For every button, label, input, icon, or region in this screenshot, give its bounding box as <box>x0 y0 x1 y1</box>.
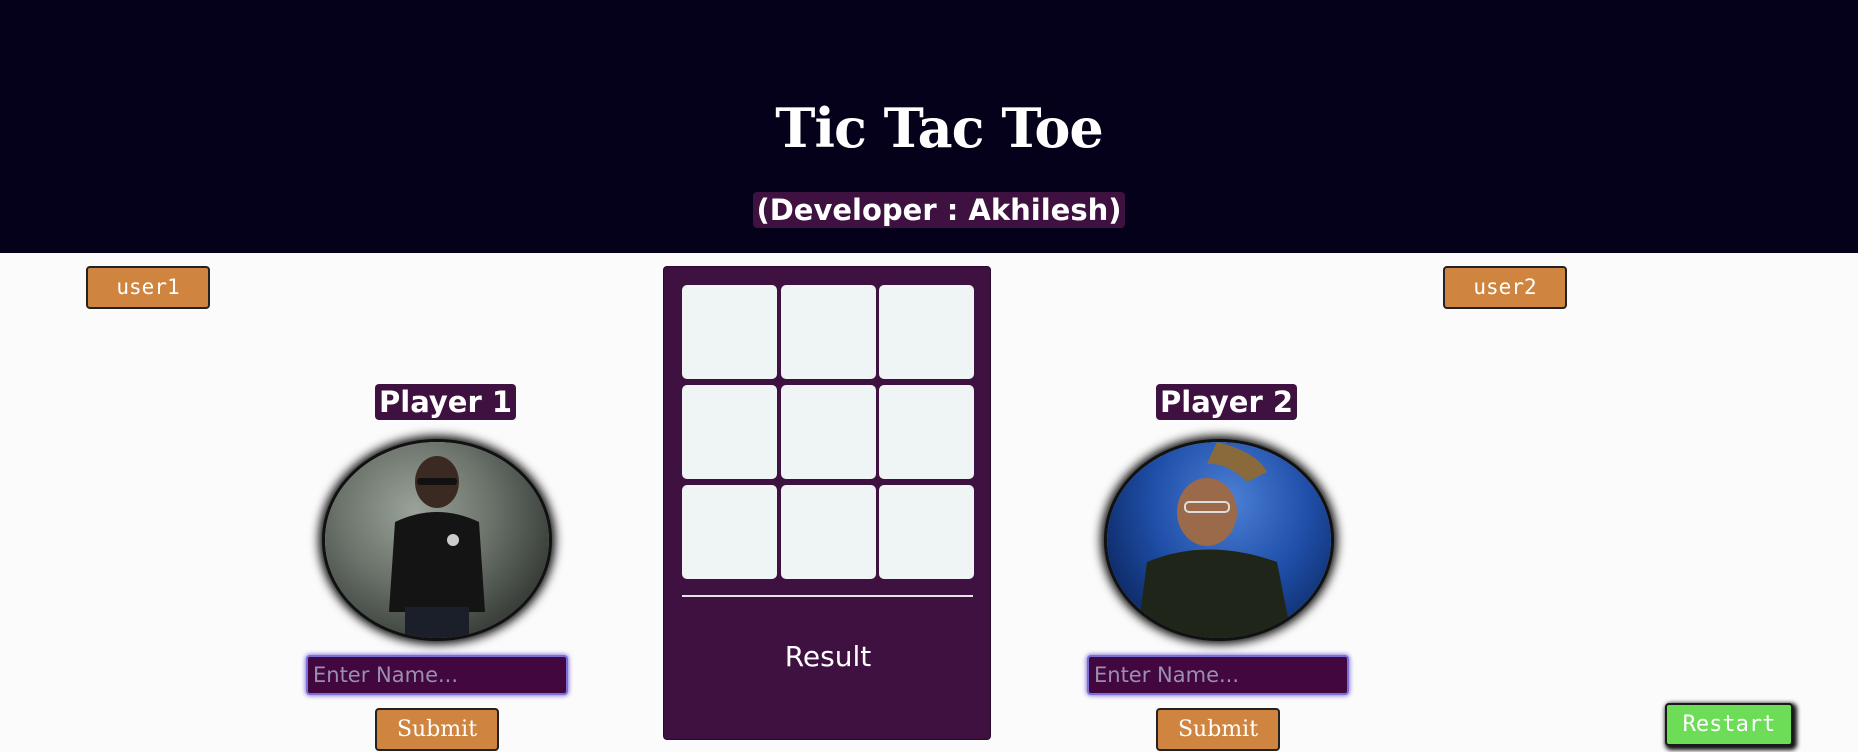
restart-button[interactable]: Restart <box>1665 703 1793 746</box>
page-header: Tic Tac Toe (Developer : Akhilesh) <box>0 0 1858 253</box>
board-cell-7[interactable] <box>682 485 777 579</box>
player1-photo <box>389 456 485 638</box>
player2-submit-button[interactable]: Submit <box>1156 708 1280 751</box>
developer-credit: (Developer : Akhilesh) <box>753 192 1125 228</box>
player2-label: Player 2 <box>1156 384 1298 420</box>
board-cell-4[interactable] <box>682 385 777 479</box>
game-board: Result <box>663 266 991 740</box>
player1-name-input[interactable] <box>306 655 568 695</box>
result-text: Result <box>784 640 872 673</box>
board-cell-1[interactable] <box>682 285 777 379</box>
user1-button[interactable]: user1 <box>86 266 210 309</box>
board-cell-9[interactable] <box>879 485 974 579</box>
page-title: Tic Tac Toe <box>775 96 1103 160</box>
player1-avatar <box>325 442 549 638</box>
board-cell-2[interactable] <box>781 285 876 379</box>
player2-name-input[interactable] <box>1087 655 1349 695</box>
player1-submit-button[interactable]: Submit <box>375 708 499 751</box>
player2-photo <box>1137 442 1292 638</box>
player1-label: Player 1 <box>375 384 517 420</box>
user2-button[interactable]: user2 <box>1443 266 1567 309</box>
board-cell-8[interactable] <box>781 485 876 579</box>
player2-avatar <box>1107 442 1331 638</box>
board-divider <box>682 595 973 597</box>
board-cell-3[interactable] <box>879 285 974 379</box>
board-cell-5[interactable] <box>781 385 876 479</box>
board-cell-6[interactable] <box>879 385 974 479</box>
